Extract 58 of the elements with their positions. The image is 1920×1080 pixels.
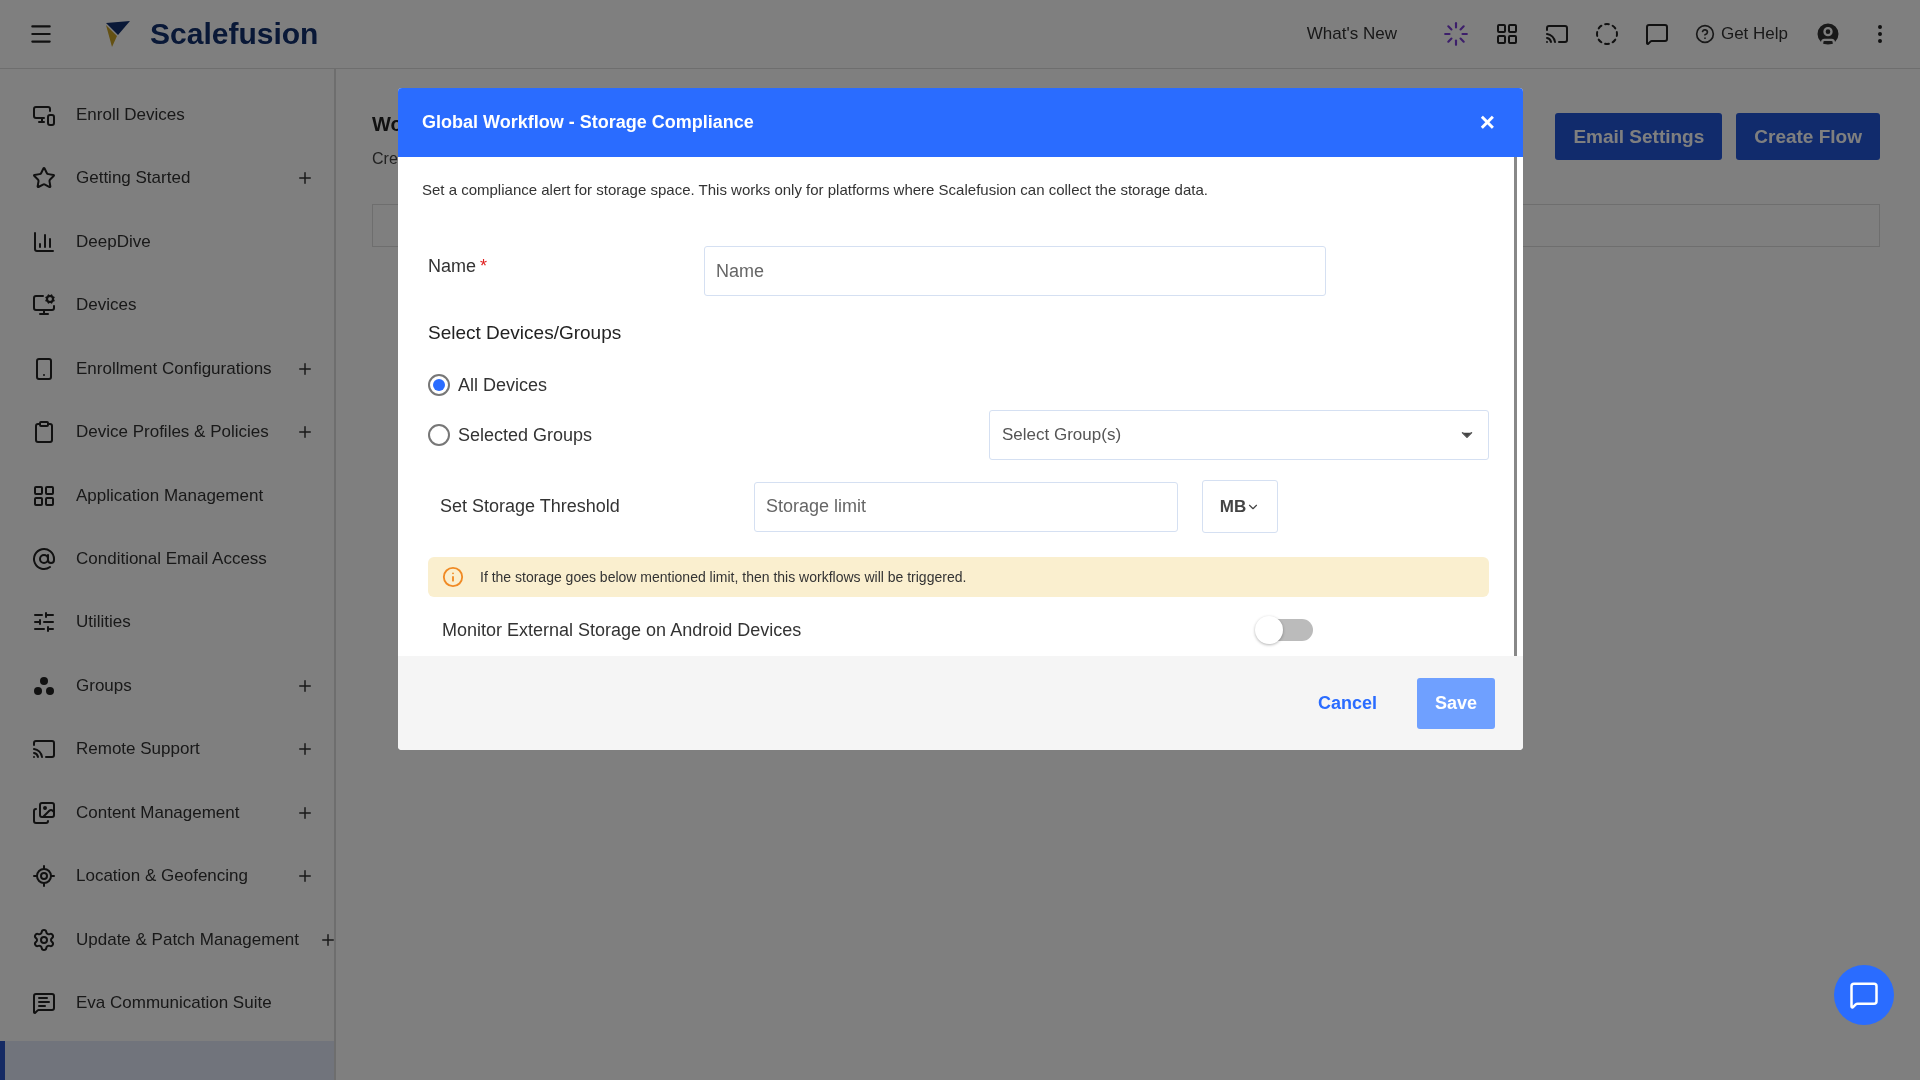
sidebar-item[interactable]: Application Management <box>0 463 334 528</box>
name-label: Name * <box>427 255 489 277</box>
sidebar-item[interactable]: Enroll Devices <box>0 83 334 147</box>
close-button[interactable]: × <box>1475 107 1499 138</box>
sidebar-item[interactable]: Enrollment Configurations <box>0 336 334 401</box>
save-button[interactable]: Save <box>1417 677 1495 729</box>
sidebar-item[interactable]: Eva Communication Suite <box>0 971 334 1036</box>
whats-new-link[interactable]: What's New <box>1306 24 1397 44</box>
group-select[interactable]: Select Group(s) <box>989 410 1489 460</box>
chat-icon[interactable] <box>1644 22 1669 46</box>
info-text: If the storage goes below mentioned limit, then this workflows will be triggered. <box>480 569 967 585</box>
chat-button[interactable] <box>1834 965 1894 1025</box>
info-icon <box>442 566 464 588</box>
sidebar-item-icon <box>32 800 56 825</box>
brand-name: Scalefusion <box>150 17 319 51</box>
unit-dropdown[interactable]: MB <box>1202 480 1278 533</box>
sparkle-icon[interactable] <box>1442 21 1469 47</box>
sidebar-item[interactable]: Device Profiles & Policies <box>0 400 334 464</box>
sidebar-item-icon <box>32 420 56 445</box>
sidebar-item[interactable]: Remote Support <box>0 717 334 782</box>
threshold-label: Set Storage Threshold <box>439 496 621 517</box>
sidebar-item[interactable]: Conditional Email Access <box>0 527 334 591</box>
sidebar-item-icon <box>32 293 56 318</box>
header-button[interactable]: Create Flow <box>1736 113 1880 160</box>
sidebar-item[interactable]: Utilities <box>0 590 334 655</box>
sidebar-item-icon <box>32 991 56 1016</box>
get-help-link[interactable]: Get Help <box>1694 24 1788 44</box>
avatar-icon[interactable] <box>1814 20 1842 48</box>
sidebar-item[interactable]: Devices <box>0 273 334 337</box>
page-subtitle: Cre <box>372 150 398 167</box>
help-icon <box>1694 24 1715 44</box>
dialog-description: Set a compliance alert for storage space. This works only for platforms where Scalefusion can collect the storage data. <box>422 181 1209 198</box>
sidebar-item[interactable]: Groups <box>0 654 334 718</box>
sidebar-item-icon <box>32 483 56 508</box>
sidebar-item-icon <box>32 610 56 635</box>
section-heading: Select Devices/Groups <box>428 322 623 344</box>
radio-option[interactable]: All Devices <box>428 374 548 396</box>
sidebar-item-icon <box>32 864 56 889</box>
external-storage-label: Monitor External Storage on Android Devices <box>442 619 802 641</box>
sidebar-item[interactable]: Location & Geofencing <box>0 844 334 909</box>
chat-icon <box>1849 980 1879 1010</box>
sidebar-item-icon <box>32 927 56 952</box>
sidebar-item[interactable]: Content Management <box>0 781 334 845</box>
sidebar-item[interactable]: Getting Started <box>0 146 334 210</box>
cast-icon[interactable] <box>1544 22 1569 46</box>
storage-limit-field[interactable]: Storage limit <box>754 481 1178 532</box>
radio-option[interactable]: Selected Groups <box>428 424 593 446</box>
cancel-button[interactable]: Cancel <box>1311 691 1383 715</box>
grid-icon[interactable] <box>1494 22 1519 46</box>
dialog-title: Global Workflow - Storage Compliance <box>422 112 755 133</box>
sidebar-item-icon <box>32 166 56 191</box>
header-button[interactable]: Email Settings <box>1555 113 1723 160</box>
ring-icon[interactable] <box>1594 22 1619 46</box>
sidebar-item[interactable]: DeepDive <box>0 209 334 274</box>
sidebar-item-icon <box>32 229 56 254</box>
sidebar-item[interactable]: Update & Patch Management <box>0 908 334 972</box>
sidebar-item-icon <box>32 547 56 571</box>
name-field[interactable]: Name <box>704 246 1326 296</box>
